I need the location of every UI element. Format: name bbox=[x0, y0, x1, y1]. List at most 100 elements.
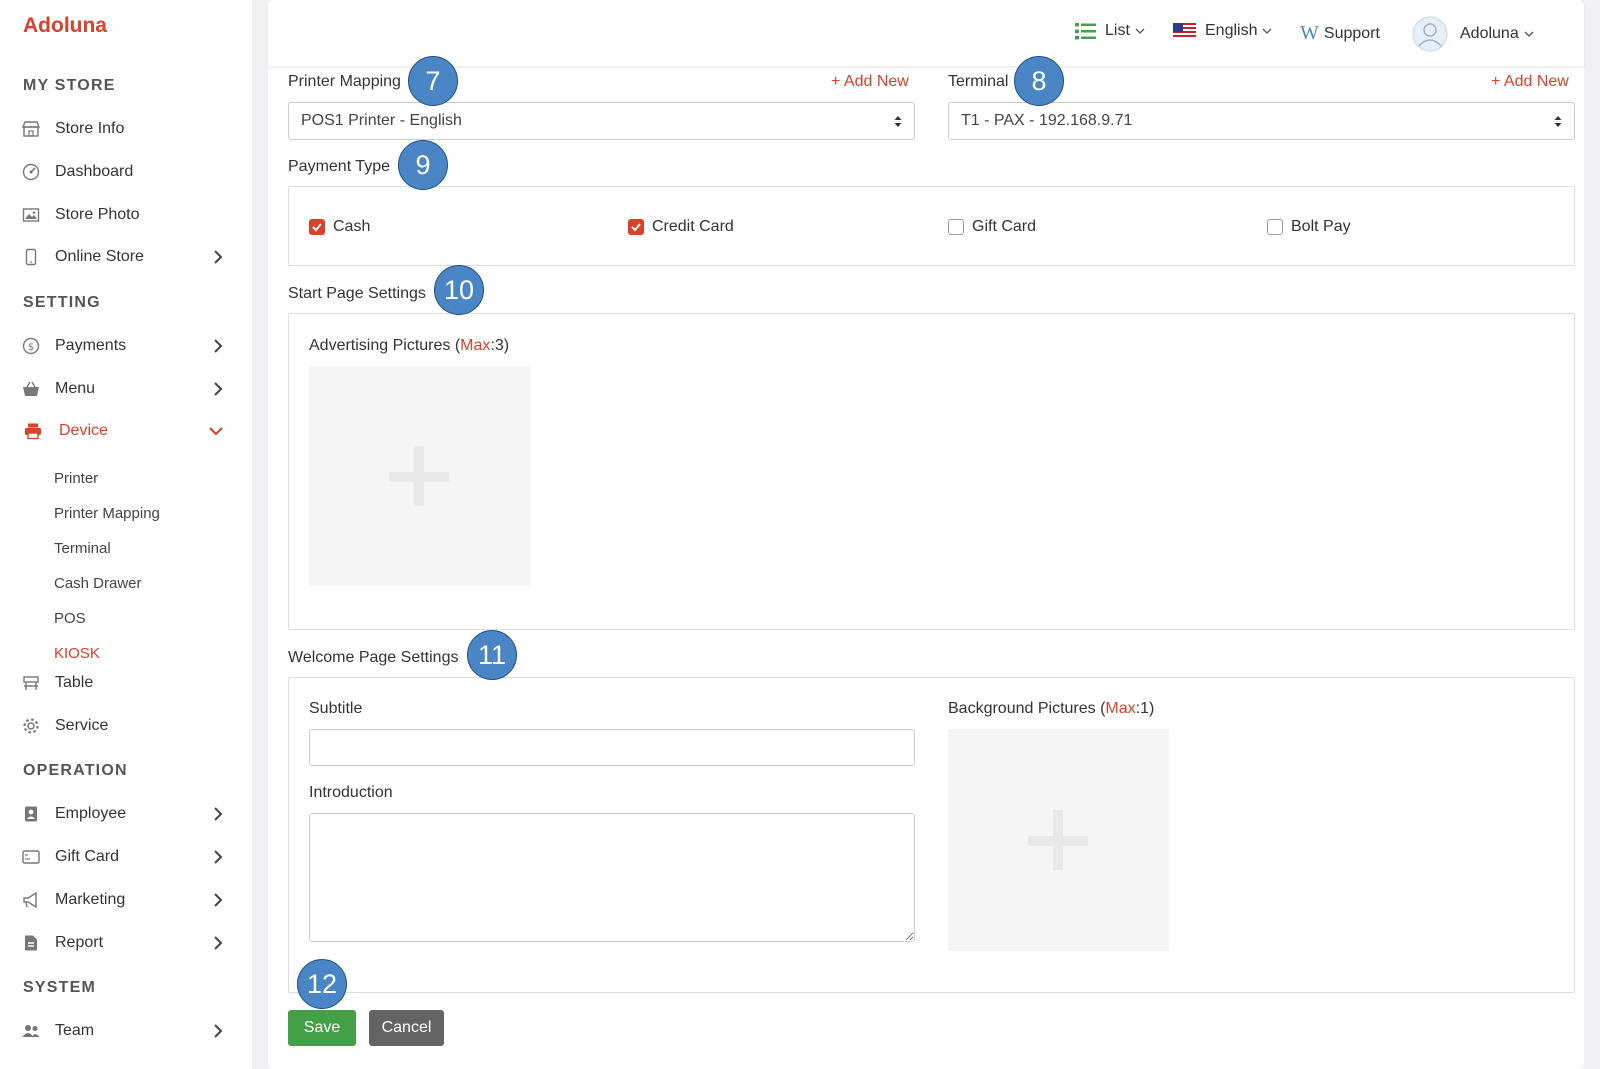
sidebar-item-label: Payments bbox=[55, 337, 127, 354]
section-my-store: MY STORE bbox=[23, 77, 116, 94]
avatar bbox=[1412, 16, 1448, 52]
brand-logo[interactable]: Adoluna bbox=[23, 14, 107, 38]
terminal-label: Terminal bbox=[948, 73, 1009, 90]
sidebar-item-label: Menu bbox=[55, 380, 96, 397]
payment-option-label: Gift Card bbox=[972, 218, 1037, 235]
printer-icon bbox=[25, 423, 41, 440]
chevron-down-icon bbox=[1135, 28, 1145, 34]
view-mode-label: List bbox=[1105, 22, 1130, 39]
printer-mapping-select[interactable]: POS1 Printer - English bbox=[288, 102, 915, 140]
annotation-badge: 8 bbox=[1014, 56, 1064, 106]
sidebar-item-service[interactable]: Service bbox=[0, 708, 252, 744]
payment-bolt-pay-checkbox[interactable]: Bolt Pay bbox=[1267, 218, 1351, 236]
cancel-button[interactable]: Cancel bbox=[369, 1010, 444, 1046]
save-button[interactable]: Save bbox=[288, 1010, 356, 1046]
plus-icon bbox=[414, 446, 424, 506]
chevron-down-icon bbox=[1263, 28, 1272, 34]
sidebar-item-label: Store Photo bbox=[55, 206, 140, 223]
language-dropdown[interactable]: English bbox=[1173, 22, 1272, 40]
section-system: SYSTEM bbox=[23, 979, 96, 996]
top-bar bbox=[268, 0, 1584, 66]
chevron-down-icon bbox=[1524, 31, 1534, 37]
sidebar-item-report[interactable]: Report bbox=[0, 925, 252, 961]
chevron-right-icon bbox=[214, 1024, 223, 1038]
sidebar-item-team[interactable]: Team bbox=[0, 1013, 252, 1049]
start-page-settings-label: Start Page Settings bbox=[288, 285, 426, 302]
view-mode-dropdown[interactable]: List bbox=[1075, 22, 1145, 40]
chevron-right-icon bbox=[214, 893, 223, 907]
checkbox-checked-icon bbox=[628, 219, 644, 235]
sidebar: Adoluna MY STORE Store Info Dashboard St… bbox=[0, 0, 252, 1069]
photo-icon bbox=[22, 208, 40, 222]
advertising-pictures-label: Advertising Pictures (Max:3) bbox=[309, 337, 510, 354]
gear-icon bbox=[23, 718, 39, 734]
terminal-add-new-link[interactable]: + Add New bbox=[1491, 73, 1569, 91]
sidebar-item-store-info[interactable]: Store Info bbox=[0, 111, 252, 147]
payment-type-label: Payment Type bbox=[288, 158, 390, 175]
list-icon bbox=[1075, 23, 1096, 40]
sidebar-item-marketing[interactable]: Marketing bbox=[0, 882, 252, 918]
user-menu[interactable]: Adoluna bbox=[1412, 16, 1534, 52]
checkbox-checked-icon bbox=[309, 219, 325, 235]
annotation-badge: 9 bbox=[398, 140, 448, 190]
support-w-icon: W bbox=[1300, 22, 1319, 44]
payment-credit-card-checkbox[interactable]: Credit Card bbox=[628, 218, 734, 236]
subtitle-label: Subtitle bbox=[309, 700, 363, 717]
mobile-phone-icon bbox=[25, 248, 37, 266]
svg-text:$: $ bbox=[28, 342, 34, 353]
sidebar-item-label: Online Store bbox=[55, 248, 144, 265]
select-arrows-icon bbox=[1554, 116, 1562, 127]
printer-mapping-value: POS1 Printer - English bbox=[301, 112, 462, 129]
section-operation: OPERATION bbox=[23, 762, 128, 779]
sidebar-item-device[interactable]: Device bbox=[0, 413, 252, 449]
sidebar-item-online-store[interactable]: Online Store bbox=[0, 239, 252, 275]
subtitle-input[interactable] bbox=[309, 729, 915, 766]
sidebar-item-label: Gift Card bbox=[55, 848, 120, 865]
table-icon bbox=[23, 676, 39, 690]
sidebar-item-employee[interactable]: Employee bbox=[0, 796, 252, 832]
language-label: English bbox=[1205, 22, 1258, 39]
annotation-badge: 11 bbox=[467, 630, 517, 680]
printer-mapping-add-new-link[interactable]: + Add New bbox=[831, 73, 909, 91]
payment-option-label: Cash bbox=[333, 218, 371, 235]
dollar-coin-icon: $ bbox=[22, 337, 40, 355]
support-link[interactable]: W Support bbox=[1300, 22, 1380, 45]
us-flag-icon bbox=[1173, 23, 1196, 39]
chevron-right-icon bbox=[214, 850, 223, 864]
card-icon bbox=[22, 850, 40, 864]
employee-badge-icon bbox=[25, 806, 37, 822]
payment-gift-card-checkbox[interactable]: Gift Card bbox=[948, 218, 1036, 236]
chevron-right-icon bbox=[214, 339, 223, 353]
payment-option-label: Credit Card bbox=[652, 218, 734, 235]
payment-type-box bbox=[288, 186, 1575, 266]
plus-icon bbox=[1053, 810, 1063, 870]
sidebar-item-label: Report bbox=[55, 934, 104, 951]
terminal-select[interactable]: T1 - PAX - 192.168.9.71 bbox=[948, 102, 1575, 140]
advertising-picture-upload[interactable] bbox=[309, 366, 530, 586]
background-picture-upload[interactable] bbox=[948, 729, 1169, 951]
sidebar-item-menu[interactable]: Menu bbox=[0, 371, 252, 407]
sidebar-sub-printer-mapping[interactable]: Printer Mapping bbox=[54, 505, 160, 522]
sidebar-sub-cash-drawer[interactable]: Cash Drawer bbox=[54, 575, 142, 592]
store-icon bbox=[22, 121, 40, 137]
chevron-right-icon bbox=[214, 936, 223, 950]
chevron-down-icon bbox=[209, 427, 223, 436]
sidebar-sub-kiosk[interactable]: KIOSK bbox=[54, 645, 100, 662]
checkbox-unchecked-icon bbox=[948, 219, 964, 235]
background-pictures-label: Background Pictures (Max:1) bbox=[948, 700, 1155, 717]
sidebar-sub-printer[interactable]: Printer bbox=[54, 470, 98, 487]
report-document-icon bbox=[25, 935, 37, 951]
megaphone-icon bbox=[23, 891, 37, 909]
sidebar-sub-pos[interactable]: POS bbox=[54, 610, 86, 627]
basket-icon bbox=[23, 381, 39, 396]
sidebar-item-label: Marketing bbox=[55, 891, 126, 908]
sidebar-item-dashboard[interactable]: Dashboard bbox=[0, 154, 252, 190]
sidebar-sub-terminal[interactable]: Terminal bbox=[54, 540, 111, 557]
sidebar-item-store-photo[interactable]: Store Photo bbox=[0, 197, 252, 233]
sidebar-item-table[interactable]: Table bbox=[0, 665, 252, 701]
sidebar-item-gift-card[interactable]: Gift Card bbox=[0, 839, 252, 875]
sidebar-item-payments[interactable]: $ Payments bbox=[0, 328, 252, 364]
introduction-textarea[interactable] bbox=[309, 813, 915, 942]
payment-cash-checkbox[interactable]: Cash bbox=[309, 218, 370, 236]
printer-mapping-label: Printer Mapping bbox=[288, 73, 401, 90]
